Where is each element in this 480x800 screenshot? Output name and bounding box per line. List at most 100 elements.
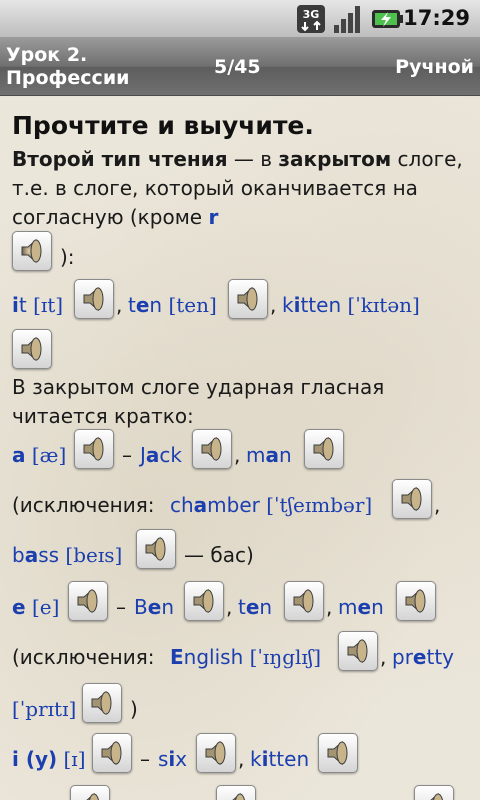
intro-paragraph: Второй тип чтения — в закрытом слоге, т.…: [12, 145, 472, 232]
word-six-a: s: [158, 747, 169, 771]
letter-a-label: a: [12, 443, 26, 467]
word-bass-b: a: [24, 543, 39, 567]
word-chamber-a: ch: [170, 493, 194, 517]
word-it-b: t: [18, 293, 27, 317]
row-it-ten-kitten: it [ɪt] , ten [ten] , kitten [ˈkɪtən]: [12, 279, 472, 323]
word-men-b: e: [357, 595, 372, 619]
network-type-label: 3G: [303, 8, 320, 21]
speaker-icon: [101, 740, 122, 766]
speaker-icon: [86, 792, 99, 800]
mode-toggle[interactable]: Ручной: [395, 56, 474, 78]
speaker-button[interactable]: [12, 329, 52, 369]
speaker-button[interactable]: [284, 581, 324, 621]
row-exception-chamber: (исключения: chamber [ˈtʃeɪmbər] ,: [12, 479, 472, 523]
speaker-icon: [83, 436, 104, 462]
row-exception-english: (исключения: English [ˈɪŋglɪʃ] , pretty: [12, 631, 472, 675]
word-bass-c: ss: [38, 543, 60, 567]
speaker-icon: [293, 588, 314, 614]
speaker-button[interactable]: [74, 429, 114, 469]
speaker-icon: [77, 588, 98, 614]
speaker-button[interactable]: [414, 785, 454, 800]
speaker-icon: [232, 792, 245, 800]
word-ten[interactable]: ten [ten]: [128, 293, 217, 317]
battery-charging-icon: [372, 10, 403, 28]
speaker-button[interactable]: [216, 785, 256, 800]
word-ten-e[interactable]: ten: [238, 595, 272, 619]
word-pretty-a: pr: [392, 645, 413, 669]
speaker-icon: [327, 740, 348, 766]
word-ben[interactable]: Ben: [134, 595, 174, 619]
speaker-button[interactable]: [12, 231, 52, 271]
speaker-button[interactable]: [92, 733, 132, 773]
ipa-e: [e]: [31, 595, 60, 619]
ipa-english: [ˈɪŋglɪʃ]: [249, 645, 322, 669]
clock: 17:29: [403, 6, 470, 30]
speaker-icon: [21, 238, 42, 264]
word-six-c: x: [175, 747, 188, 771]
word-chamber[interactable]: chamber [ˈtʃeɪmbər]: [170, 493, 372, 517]
speaker-button[interactable]: [136, 529, 176, 569]
dash: –: [116, 595, 126, 619]
word-men[interactable]: men: [338, 595, 384, 619]
letter-i[interactable]: i (y) [ɪ]: [12, 747, 86, 771]
speaker-button[interactable]: [184, 581, 224, 621]
intro-close: ):: [60, 245, 75, 269]
row-bass: bass [beɪs] — бас): [12, 529, 472, 573]
speaker-button[interactable]: [192, 429, 232, 469]
speaker-button[interactable]: [228, 279, 268, 319]
word-kitten-i[interactable]: kitten: [250, 747, 309, 771]
speaker-button[interactable]: [74, 279, 114, 319]
row-pretty-ipa: [ˈprɪtɪ] ): [12, 683, 472, 727]
bass-translation: — бас): [184, 543, 254, 567]
kitten-audio-line: [12, 329, 72, 373]
signal-icon: [334, 6, 360, 33]
speaker-icon: [145, 536, 166, 562]
comma: ,: [226, 595, 233, 619]
speaker-button[interactable]: [70, 785, 110, 800]
speaker-button[interactable]: [338, 631, 378, 671]
speaker-button[interactable]: [68, 581, 108, 621]
word-man[interactable]: man: [246, 443, 292, 467]
speaker-button[interactable]: [392, 479, 432, 519]
comma: ,: [234, 443, 241, 467]
word-pretty[interactable]: pretty: [392, 645, 454, 669]
word-man-c: n: [278, 443, 292, 467]
word-ten-e-b: e: [245, 595, 260, 619]
speaker-button[interactable]: [318, 733, 358, 773]
speaker-button[interactable]: [196, 733, 236, 773]
word-english[interactable]: English [ˈɪŋglɪʃ]: [170, 645, 321, 669]
speaker-icon: [237, 286, 258, 312]
intro-bold-1: Второй тип чтения: [12, 147, 228, 171]
speaker-icon: [205, 740, 226, 766]
speaker-button[interactable]: [396, 581, 436, 621]
letter-i-label: i (y): [12, 747, 58, 771]
word-bass[interactable]: bass [beɪs]: [12, 543, 122, 567]
speaker-button[interactable]: [82, 683, 122, 723]
comma: ,: [434, 493, 441, 517]
speaker-icon: [91, 690, 112, 716]
speaker-icon: [401, 486, 422, 512]
word-jack[interactable]: Jack: [140, 443, 182, 467]
word-english-b: nglish: [183, 645, 244, 669]
word-man-b: a: [265, 443, 279, 467]
ipa-ten: [ten]: [168, 293, 217, 317]
word-kitten-a: k: [282, 293, 294, 317]
speaker-icon: [83, 286, 104, 312]
word-kitten-i-c: tten: [268, 747, 310, 771]
word-six[interactable]: six: [158, 747, 187, 771]
speaker-icon: [430, 792, 443, 800]
word-kitten[interactable]: kitten [ˈkɪtən]: [282, 293, 420, 317]
word-it[interactable]: it [ɪt]: [12, 293, 63, 317]
ipa-kitten: [ˈkɪtən]: [347, 293, 420, 317]
comma: ,: [326, 595, 333, 619]
lesson-title: Урок 2. Профессии: [6, 44, 129, 90]
letter-e[interactable]: e [e]: [12, 595, 59, 619]
word-chamber-b: a: [193, 493, 208, 517]
closed-syllable-text: В закрытом слоге ударная гласная читаетс…: [12, 375, 385, 428]
word-ben-a: B: [134, 595, 148, 619]
word-jack-b: a: [145, 443, 160, 467]
speaker-button[interactable]: [304, 429, 344, 469]
letter-a[interactable]: a [æ]: [12, 443, 66, 467]
lesson-content[interactable]: Прочтите и выучите. Второй тип чтения — …: [0, 97, 480, 800]
word-english-a: E: [170, 645, 184, 669]
